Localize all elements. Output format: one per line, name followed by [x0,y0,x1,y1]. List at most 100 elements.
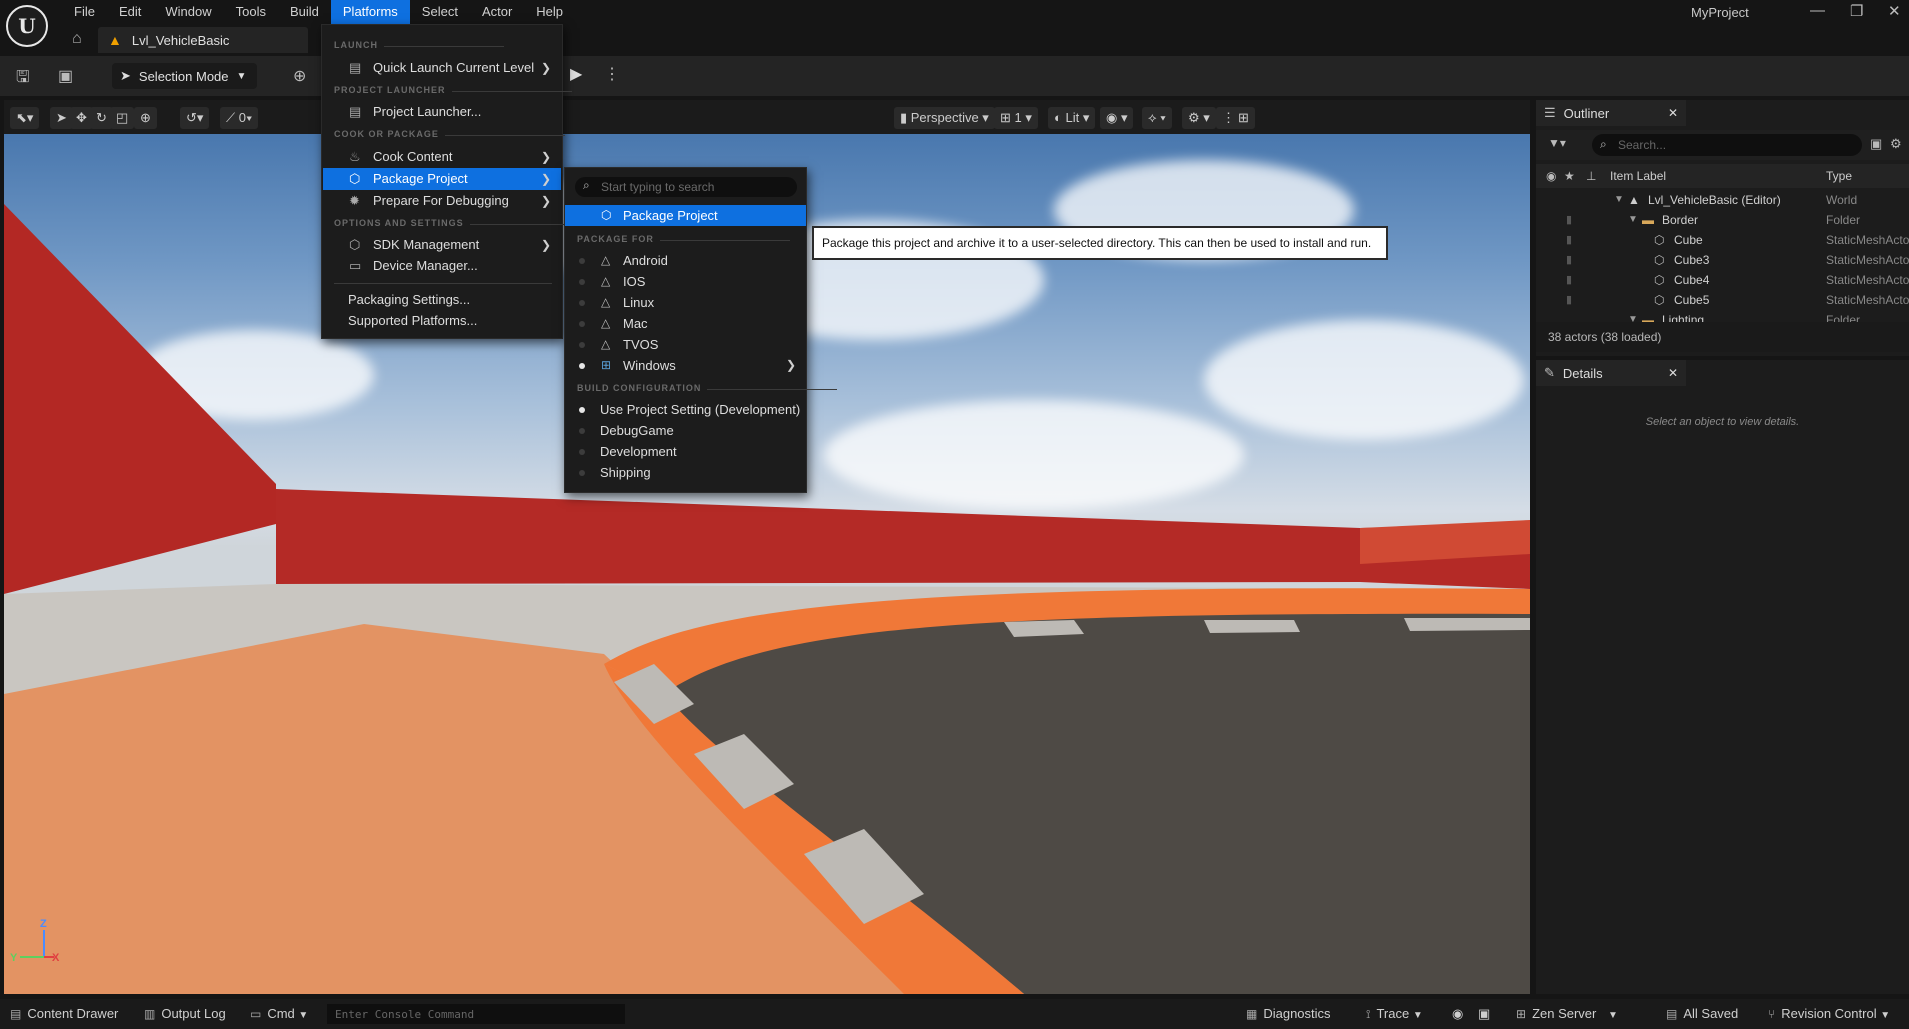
tree-row-type: StaticMeshActor [1826,233,1909,247]
selection-mode-dropdown[interactable]: ➤ Selection Mode ▼ [112,63,257,89]
show-flags-icon[interactable]: ◉ ▾ [1100,107,1134,129]
tab-details[interactable]: ✎ Details ✕ [1536,360,1686,386]
level-tab[interactable]: ▲ Lvl_VehicleBasic [98,27,308,53]
left-wall [4,204,276,594]
star-icon[interactable]: ★ [1564,169,1575,183]
platform-item-linux[interactable]: △ Linux [565,292,806,313]
menu-tools[interactable]: Tools [224,0,278,24]
menu-item-cook-content[interactable]: ♨ Cook Content ❯ [323,146,561,168]
expand-arrow-icon[interactable]: ▼ [1614,190,1624,210]
tree-row[interactable]: ▼ ▬ Lighting Folder [1536,310,1909,322]
expand-arrow-icon[interactable]: ▼ [1628,210,1638,230]
diagnostics-button[interactable]: ▦ Diagnostics [1246,1006,1331,1021]
perspective-dropdown[interactable]: ▮ Perspective ▾ [894,107,995,129]
level-warning-icon: ▲ [108,32,122,48]
cmd-label: Cmd [267,1006,295,1021]
grid-snap-button[interactable]: ⟋ 0▾ [220,107,259,129]
play-icon[interactable]: ▶ [570,64,582,84]
build-config-item[interactable]: Shipping [565,462,806,483]
tree-row[interactable]: ▼ ▲ Lvl_VehicleBasic (Editor) World [1536,190,1909,210]
settings-icon[interactable]: ⚙ ▾ [1182,107,1216,129]
build-config-item[interactable]: Use Project Setting (Development) [565,399,806,420]
browse-icon[interactable]: ▣ [58,66,73,86]
trace-icon: ⟟ [1366,1007,1371,1021]
tab-outliner[interactable]: ☰ Outliner ✕ [1536,100,1686,126]
platform-item-tvos[interactable]: △ TVOS [565,334,806,355]
menu-edit[interactable]: Edit [107,0,153,24]
menu-item-prepare-debugging[interactable]: ✹ Prepare For Debugging ❯ [323,190,561,212]
visibility-icon[interactable]: ▮ [1566,250,1572,270]
eye-icon[interactable]: ◉ [1546,169,1556,183]
cmd-dropdown[interactable]: ▭ Cmd ▼ [250,1006,308,1021]
menu-item-project-launcher[interactable]: ▤ Project Launcher... [323,101,561,123]
record-icon[interactable]: ◉ [1452,1006,1463,1022]
platform-item-windows[interactable]: ⊞ Windows ❯ [565,355,806,376]
submenu-item-package-project[interactable]: ⬡ Package Project [565,205,806,226]
unreal-logo[interactable]: U [6,5,48,47]
trace-dropdown[interactable]: ⟟ Trace ▼ [1366,1006,1423,1022]
platform-label: Linux [623,295,655,310]
visibility-icon[interactable]: ▮ [1566,230,1572,250]
minimize-button[interactable]: — [1810,2,1825,19]
menu-item-device-manager[interactable]: ▭ Device Manager... [323,255,561,277]
console-command-input[interactable] [327,1004,625,1024]
menu-actor[interactable]: Actor [470,0,524,24]
content-drawer-button[interactable]: ▤ Content Drawer [10,1006,118,1021]
layout-icon[interactable]: ⊞ [1232,107,1255,129]
platform-label: IOS [623,274,646,289]
zen-server-dropdown[interactable]: ⊞ Zen Server ▼ [1516,1006,1618,1021]
menu-platforms[interactable]: Platforms [330,0,410,24]
screenshot-icon[interactable]: ▣ [1478,1006,1490,1022]
filter-icon[interactable]: ▼▾ [1548,136,1566,150]
output-log-button[interactable]: ▥ Output Log [144,1006,226,1021]
world-local-icon[interactable]: ⊕ [134,107,157,129]
visibility-icon[interactable]: ▮ [1566,210,1572,230]
add-folder-icon[interactable]: ▣ [1870,136,1882,152]
menu-file[interactable]: File [62,0,107,24]
pin-icon[interactable]: ⊥ [1586,169,1596,183]
menu-build[interactable]: Build [278,0,331,24]
outliner-search-input[interactable] [1592,134,1862,156]
menu-help[interactable]: Help [524,0,575,24]
save-icon[interactable]: 🖫 [16,66,30,93]
column-item-label[interactable]: Item Label [1610,169,1666,183]
column-type[interactable]: Type [1826,169,1852,183]
menu-item-package-project[interactable]: ⬡ Package Project ❯ [323,168,561,190]
build-config-item[interactable]: Development [565,441,806,462]
menu-item-sdk-management[interactable]: ⬡ SDK Management ❯ [323,234,561,256]
visibility-icon[interactable]: ▮ [1566,290,1572,310]
tree-row[interactable]: ▮ ⬡ Cube4 StaticMeshActor [1536,270,1909,290]
menu-item-supported-platforms[interactable]: Supported Platforms... [323,310,561,332]
menu-item-packaging-settings[interactable]: Packaging Settings... [323,289,561,311]
tree-row[interactable]: ▮ ▼ ▬ Border Folder [1536,210,1909,230]
menu-select[interactable]: Select [410,0,470,24]
realtime-icon[interactable]: ⟡ ▾ [1142,107,1172,129]
lit-dropdown[interactable]: ◐ Lit ▾ [1048,107,1096,129]
tree-row[interactable]: ▮ ⬡ Cube StaticMeshActor [1536,230,1909,250]
expand-arrow-icon[interactable]: ▼ [1628,310,1638,322]
restore-button[interactable]: ❐ [1850,2,1863,20]
visibility-icon[interactable]: ▮ [1566,270,1572,290]
surface-snap-icon[interactable]: ↺▾ [180,107,210,129]
menu-item-quick-launch[interactable]: ▤ Quick Launch Current Level ❯ [323,57,561,79]
build-config-item[interactable]: DebugGame [565,420,806,441]
close-icon[interactable]: ✕ [1668,366,1678,380]
close-icon[interactable]: ✕ [1668,106,1678,120]
camera-speed-dropdown[interactable]: ⊞ 1 ▾ [994,107,1038,129]
add-actor-icon[interactable]: ⊕ [293,66,306,86]
revision-control-dropdown[interactable]: ⑂ Revision Control ▼ [1768,1006,1890,1021]
home-icon[interactable]: ⌂ [72,30,82,48]
tree-row[interactable]: ▮ ⬡ Cube5 StaticMeshActor [1536,290,1909,310]
package-search-input[interactable] [575,177,797,197]
gear-icon[interactable]: ⚙ [1890,136,1902,152]
scale-tool-icon[interactable]: ◰ [110,107,135,129]
platform-item-mac[interactable]: △ Mac [565,313,806,334]
tree-row[interactable]: ▮ ⬡ Cube3 StaticMeshActor [1536,250,1909,270]
more-options-icon[interactable]: ⋮ [604,64,620,84]
all-saved-button[interactable]: ▤ All Saved [1666,1006,1738,1021]
close-window-button[interactable]: ✕ [1888,2,1901,20]
transform-select-icon[interactable]: ⬉▾ [10,107,40,129]
platform-item-android[interactable]: △ Android [565,250,806,271]
menu-window[interactable]: Window [153,0,223,24]
platform-item-ios[interactable]: △ IOS [565,271,806,292]
